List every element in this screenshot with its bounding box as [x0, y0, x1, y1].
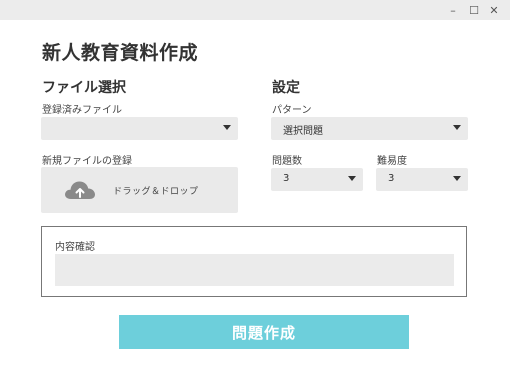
difficulty-label: 難易度 — [377, 156, 407, 167]
pattern-label: パターン — [272, 105, 312, 116]
difficulty-select[interactable]: 3 — [376, 168, 468, 191]
chevron-down-icon — [453, 176, 461, 181]
pattern-select[interactable]: 選択問題 — [271, 117, 468, 140]
file-dropzone[interactable]: ドラッグ＆ドロップ — [41, 167, 238, 213]
content-confirm-area[interactable] — [55, 254, 454, 286]
new-file-label: 新規ファイルの登録 — [42, 156, 132, 167]
file-section-title: ファイル選択 — [42, 80, 126, 96]
create-questions-button[interactable]: 問題作成 — [119, 315, 409, 349]
question-count-value: 3 — [283, 173, 290, 184]
dropzone-text: ドラッグ＆ドロップ — [113, 187, 199, 197]
pattern-value: 選択問題 — [283, 126, 323, 137]
page-title: 新人教育資料作成 — [42, 42, 199, 64]
registered-file-label: 登録済みファイル — [42, 105, 122, 116]
registered-file-select[interactable] — [41, 117, 238, 140]
chevron-down-icon — [223, 125, 231, 130]
content-confirm-panel: 内容確認 — [41, 226, 467, 297]
settings-section-title: 設定 — [272, 80, 300, 96]
cloud-upload-icon — [65, 181, 95, 199]
close-icon[interactable]: ✕ — [482, 0, 506, 20]
chevron-down-icon — [453, 125, 461, 130]
question-count-label: 問題数 — [272, 156, 302, 167]
chevron-down-icon — [348, 176, 356, 181]
difficulty-value: 3 — [388, 173, 395, 184]
question-count-select[interactable]: 3 — [271, 168, 363, 191]
window-titlebar: – ☐ ✕ — [0, 0, 510, 20]
content-confirm-title: 内容確認 — [55, 242, 95, 253]
